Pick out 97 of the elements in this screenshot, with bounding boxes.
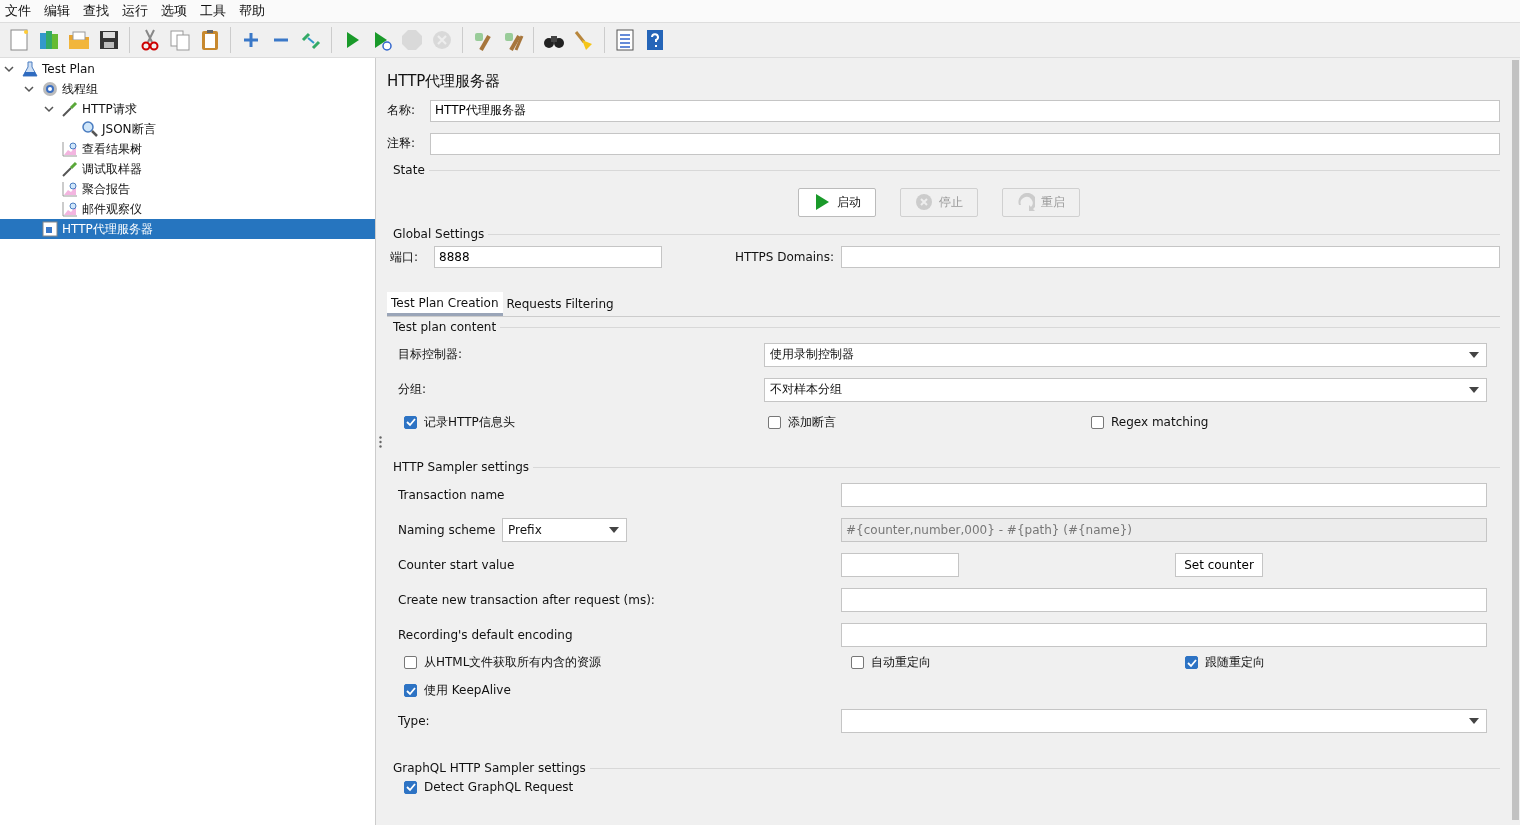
tree-item[interactable]: Test Plan [0, 59, 375, 79]
caret-icon [609, 526, 619, 533]
checkbox[interactable]: 添加断言 [768, 413, 1091, 431]
comment-field[interactable] [430, 132, 1500, 155]
tree-item[interactable]: HTTP代理服务器 [0, 219, 375, 239]
naming-scheme-dropdown[interactable]: Prefix [502, 517, 627, 542]
grip-icon[interactable] [379, 435, 382, 448]
copy-icon[interactable] [168, 28, 192, 52]
tree-item[interactable]: 调试取样器 [0, 159, 375, 179]
scrollbar-thumb[interactable] [1511, 60, 1519, 820]
new-file-icon[interactable] [7, 28, 31, 52]
https-domains-field[interactable] [841, 246, 1500, 268]
caret-icon [1469, 386, 1479, 393]
checkmark-icon [405, 782, 416, 792]
transaction-delay-field[interactable] [841, 587, 1487, 612]
caret-icon [1469, 717, 1479, 724]
checkbox[interactable]: 使用 KeepAlive [404, 682, 851, 699]
tree-label: 线程组 [62, 80, 98, 98]
gear-icon [41, 80, 59, 98]
checkbox[interactable]: 跟随重定向 [1185, 654, 1500, 671]
section-title: Global Settings [393, 227, 485, 241]
tree-item[interactable]: 查看结果树 [0, 139, 375, 159]
magnifier-icon [81, 120, 99, 138]
checkbox[interactable]: Detect GraphQL Request [404, 780, 851, 794]
list-icon[interactable] [613, 28, 637, 52]
books-icon[interactable] [37, 28, 61, 52]
set-counter-button[interactable]: Set counter [1175, 552, 1263, 577]
caret-icon[interactable] [44, 106, 54, 113]
field-label: Create new transaction after request (ms): [398, 592, 656, 607]
target-controller-dropdown[interactable]: 使用录制控制器 [764, 342, 1487, 367]
tree-label: 聚合报告 [82, 180, 130, 198]
folder-icon[interactable] [67, 28, 91, 52]
tree-label: HTTP代理服务器 [62, 220, 153, 238]
field-label: HTTPS Domains: [735, 250, 834, 264]
checkbox[interactable]: 从HTML文件获取所有内含的资源 [404, 654, 851, 671]
checkbox[interactable]: 自动重定向 [851, 654, 1185, 671]
checkmark-icon [1186, 657, 1197, 668]
grouping-dropdown[interactable]: 不对样本分组 [764, 377, 1487, 402]
checkmark-icon [405, 417, 416, 427]
tree-label: 查看结果树 [82, 140, 142, 158]
section-title: Test plan content [393, 320, 497, 334]
field-label: 端口: [389, 248, 420, 266]
caret-icon[interactable] [24, 86, 34, 93]
field-label: Transaction name [398, 487, 506, 502]
play-icon [813, 193, 831, 211]
tab[interactable]: Requests Filtering [502, 292, 618, 316]
refresh-icon [1017, 193, 1035, 211]
port-field[interactable]: 8888 [434, 246, 662, 268]
flask-icon [21, 60, 39, 78]
menu-item[interactable]: 选项 [156, 2, 193, 20]
section-title: GraphQL HTTP Sampler settings [393, 761, 586, 775]
tree-label: 邮件观察仪 [82, 200, 142, 218]
start-button[interactable]: 启动 [798, 187, 876, 217]
graph-icon [61, 140, 79, 158]
graph-icon [61, 180, 79, 198]
tree-label: Test Plan [42, 62, 95, 76]
transaction-name-field[interactable] [841, 482, 1487, 507]
menu-item[interactable]: 文件 [0, 2, 37, 20]
checkbox[interactable]: Regex matching [1091, 415, 1500, 429]
field-label: 注释: [387, 135, 417, 152]
encoding-field[interactable] [841, 622, 1487, 647]
checkbox[interactable]: 记录HTTP信息头 [404, 413, 768, 431]
field-label: Naming scheme [398, 522, 497, 537]
tree-item[interactable]: 聚合报告 [0, 179, 375, 199]
name-field[interactable]: HTTP代理服务器 [430, 99, 1500, 122]
naming-format-field[interactable]: #{counter,number,000} - #{path} (#{name}) [841, 517, 1487, 542]
close-icon [915, 193, 933, 211]
tree-item[interactable]: JSON断言 [0, 119, 375, 139]
save-icon[interactable] [97, 28, 121, 52]
panel-title: HTTP代理服务器 [387, 70, 502, 92]
tree-label: JSON断言 [102, 120, 156, 138]
checkmark-icon [405, 685, 416, 696]
caret-icon [1469, 351, 1479, 358]
tree-item[interactable]: HTTP请求 [0, 99, 375, 119]
tree-item[interactable]: 线程组 [0, 79, 375, 99]
section-title: State [393, 163, 425, 177]
menu-item[interactable]: 运行 [117, 2, 154, 20]
window-icon [41, 220, 59, 238]
type-dropdown[interactable] [841, 708, 1487, 733]
caret-icon[interactable] [4, 66, 14, 73]
field-label: Counter start value [398, 557, 516, 572]
field-label: Type: [398, 713, 431, 728]
menu-item[interactable]: 帮助 [234, 2, 271, 20]
tree-label: HTTP请求 [82, 100, 137, 118]
counter-field[interactable] [841, 552, 959, 577]
graph-icon [61, 200, 79, 218]
tab[interactable]: Test Plan Creation [387, 292, 503, 316]
menu-item[interactable]: 查找 [78, 2, 115, 20]
menu-item[interactable]: 编辑 [39, 2, 76, 20]
field-label: 名称: [387, 102, 417, 119]
field-label: Recording's default encoding [398, 627, 574, 642]
menu-item[interactable]: 工具 [195, 2, 232, 20]
tree-item[interactable]: 邮件观察仪 [0, 199, 375, 219]
section-title: HTTP Sampler settings [393, 460, 530, 474]
tree-label: 调试取样器 [82, 160, 142, 178]
field-label: 目标控制器: [398, 346, 464, 363]
field-label: 分组: [398, 381, 428, 398]
